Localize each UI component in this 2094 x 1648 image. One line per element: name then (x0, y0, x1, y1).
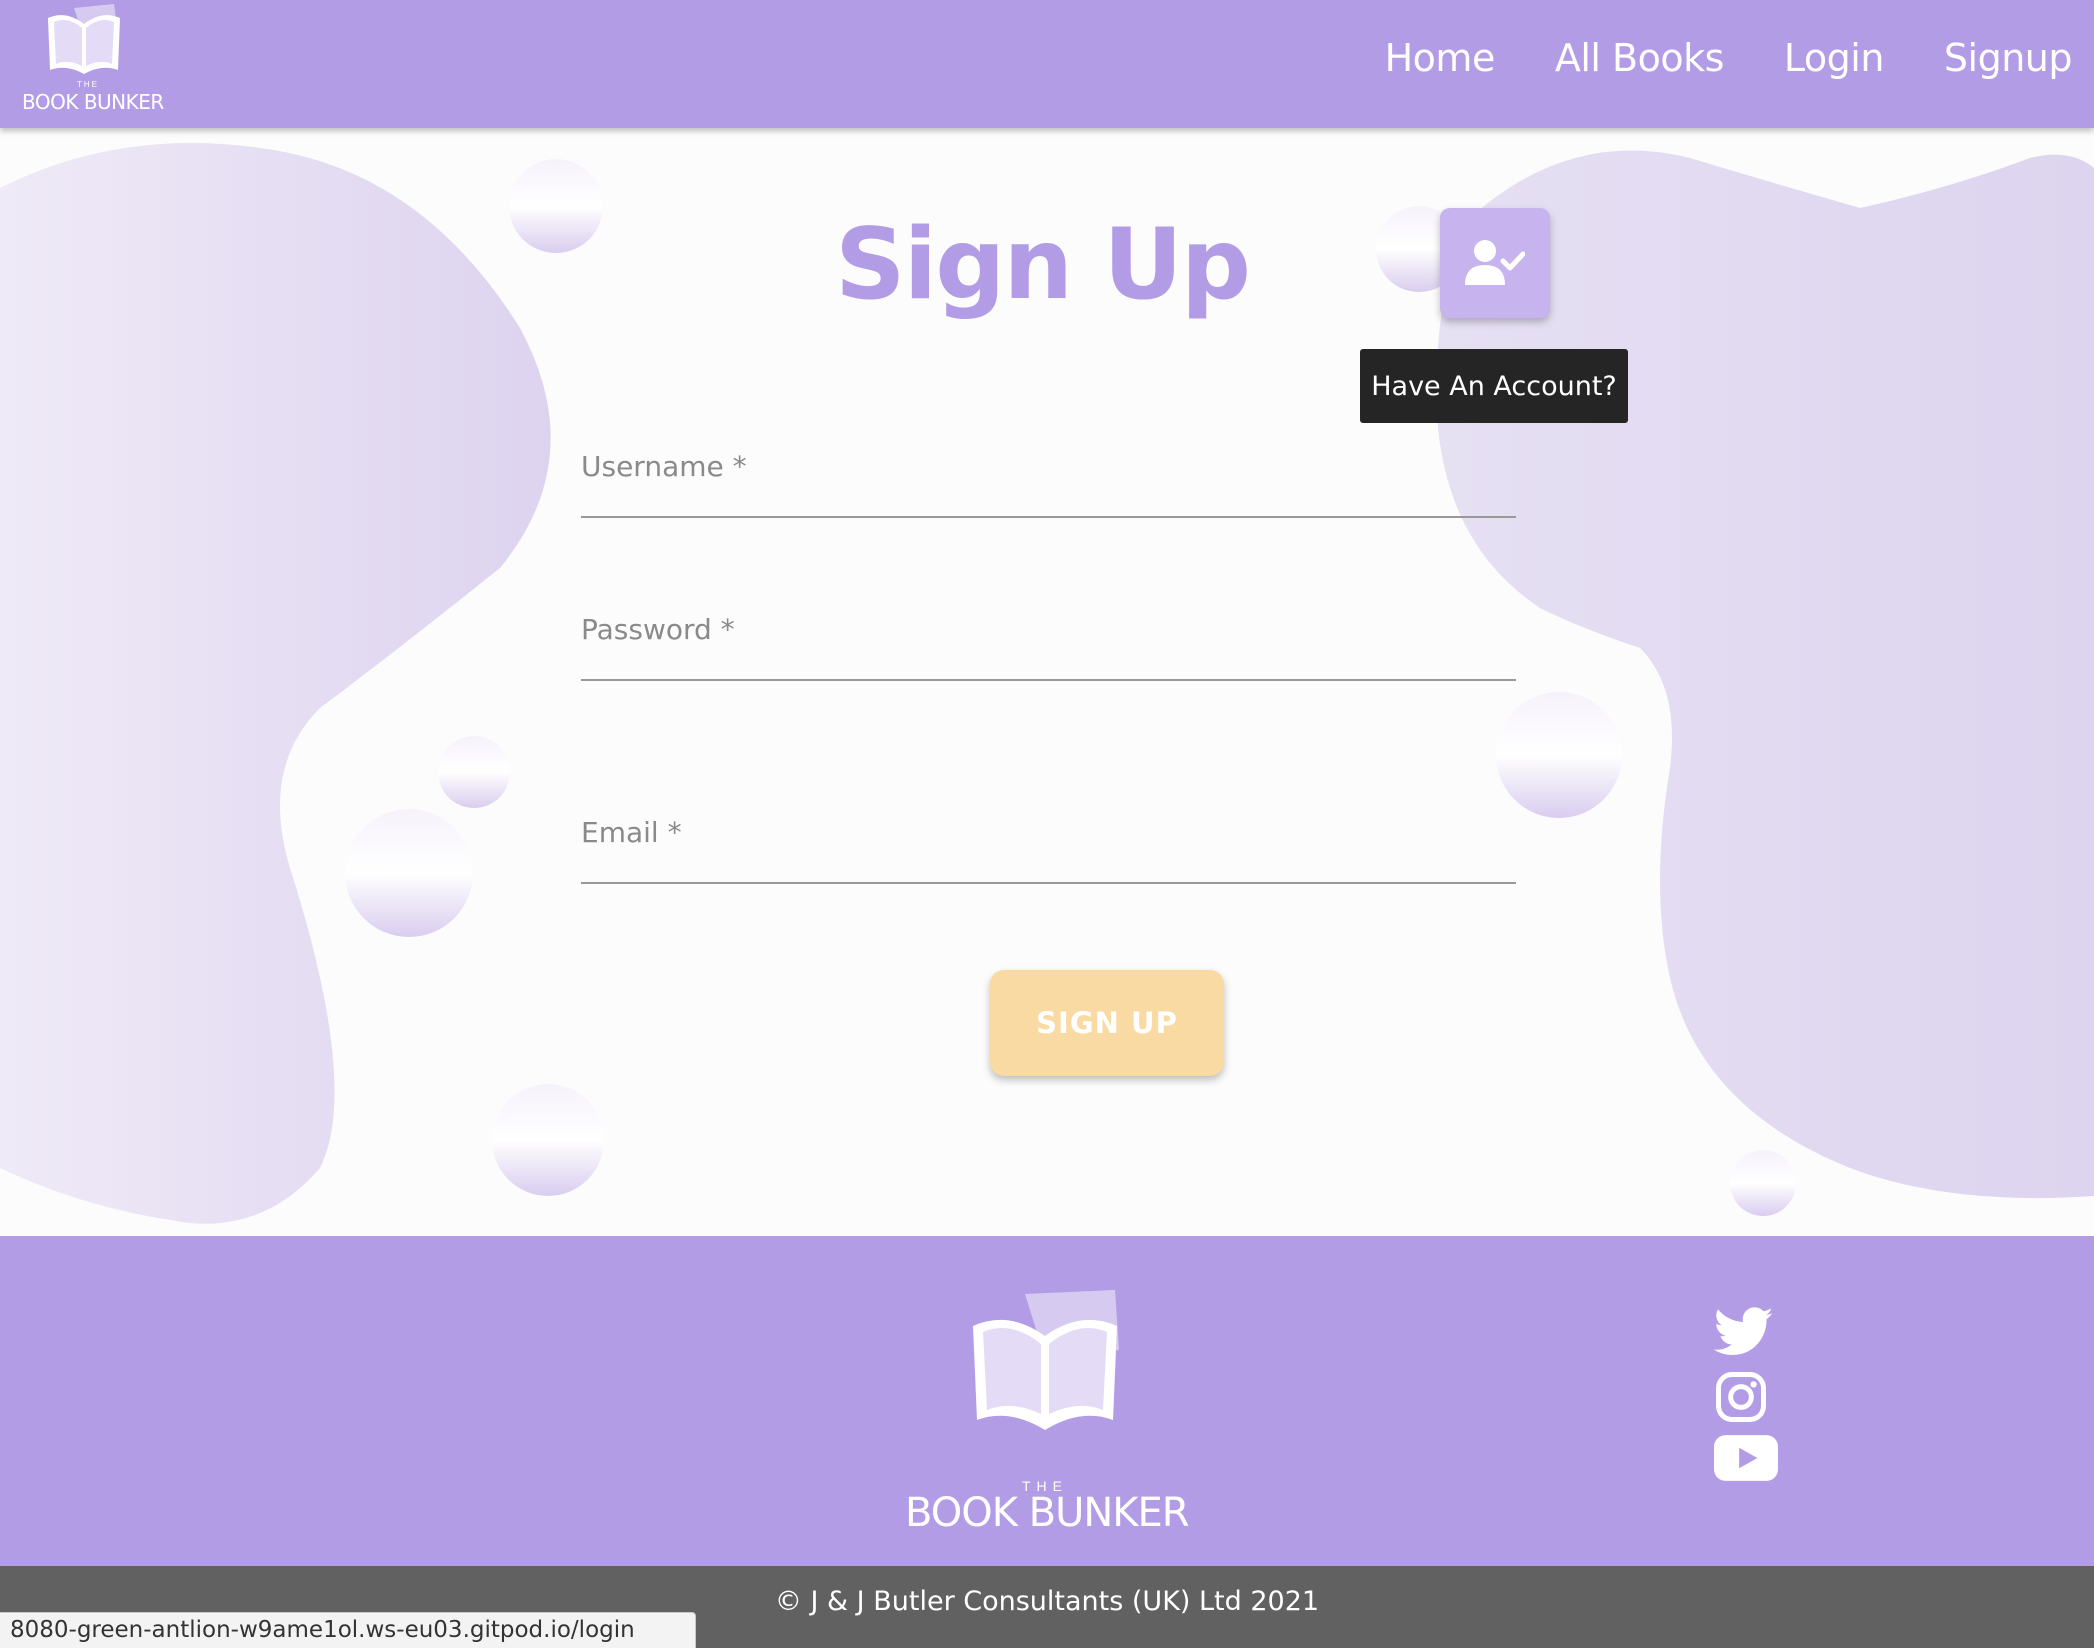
signup-section: Sign Up Have An Account? Username * Pass… (0, 128, 2094, 1236)
nav-link-home[interactable]: Home (1385, 36, 1496, 80)
username-field-wrapper: Username * (581, 438, 1516, 518)
have-account-tooltip: Have An Account? (1360, 349, 1628, 423)
sign-up-button[interactable]: SIGN UP (990, 970, 1224, 1076)
instagram-icon (1716, 1372, 1766, 1422)
brand-name-text: BOOK BUNKER (22, 90, 164, 114)
email-underline (581, 882, 1516, 884)
brand-the-text: THE (77, 80, 99, 89)
book-logo-icon (48, 4, 120, 75)
book-logo-icon (973, 1290, 1119, 1430)
instagram-link[interactable] (1714, 1370, 1778, 1426)
username-input[interactable] (581, 438, 1516, 518)
social-links (1713, 1306, 1778, 1498)
twitter-link[interactable] (1713, 1306, 1778, 1362)
page-title: Sign Up (835, 208, 1251, 322)
footer-logo: THE BOOK BUNKER (905, 1276, 1190, 1536)
nav-link-all-books[interactable]: All Books (1555, 36, 1725, 80)
nav-link-signup[interactable]: Signup (1944, 36, 2073, 80)
have-account-button[interactable] (1440, 208, 1550, 318)
decor-bubble (438, 736, 510, 808)
email-field-wrapper: Email * (581, 804, 1516, 884)
navbar: THE BOOK BUNKER Home All Books Login Sig… (0, 0, 2094, 128)
decor-bubble (492, 1084, 604, 1196)
email-input[interactable] (581, 804, 1516, 884)
main-nav: Home All Books Login Signup (1325, 36, 2073, 80)
footer-brand-name-text: BOOK BUNKER (905, 1490, 1190, 1536)
youtube-link[interactable] (1714, 1434, 1778, 1490)
youtube-icon (1714, 1435, 1778, 1481)
decor-bubble (1730, 1150, 1796, 1216)
username-underline (581, 516, 1516, 518)
password-input[interactable] (581, 601, 1516, 681)
brand-logo-link[interactable]: THE BOOK BUNKER (18, 4, 164, 120)
decor-bubble (1496, 692, 1622, 818)
user-check-icon (1465, 240, 1525, 285)
nav-link-login[interactable]: Login (1784, 36, 1885, 80)
decor-bubble (345, 809, 473, 937)
password-field-wrapper: Password * (581, 601, 1516, 681)
twitter-icon (1713, 1307, 1773, 1355)
password-underline (581, 679, 1516, 681)
footer: THE BOOK BUNKER (0, 1236, 2094, 1566)
browser-status-url: 8080-green-antlion-w9ame1ol.ws-eu03.gitp… (0, 1612, 696, 1648)
